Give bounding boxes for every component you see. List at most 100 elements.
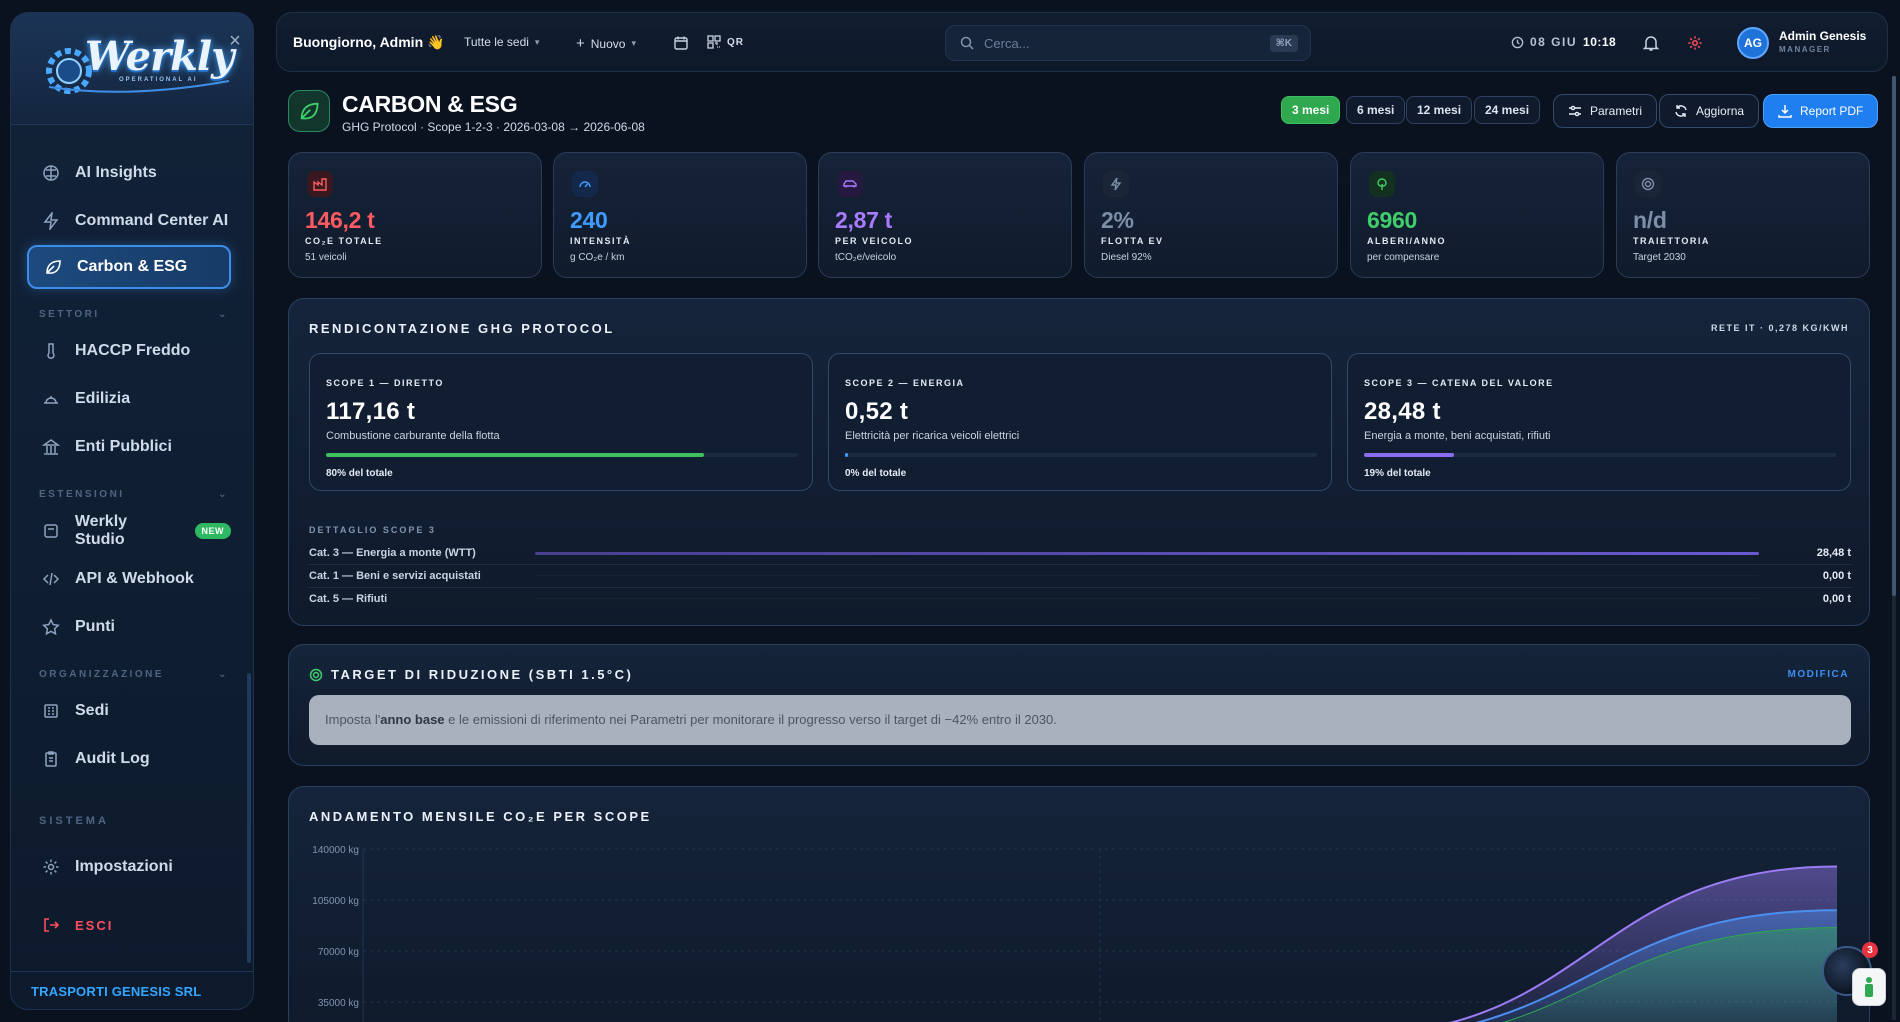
y-tick-label: 140000 kg [312,845,359,856]
avatar[interactable]: AG [1737,27,1769,59]
greeting: Buongiorno, Admin 👋 [293,34,445,50]
new-dropdown[interactable]: + Nuovo ▾ [576,35,636,52]
page-scrollbar-thumb[interactable] [1892,76,1896,596]
search-bar[interactable]: ⌘K [945,25,1311,61]
download-icon [1778,105,1792,118]
new-badge: NEW [194,523,231,539]
thermometer-icon [41,341,61,361]
panel-title: TARGET DI RIDUZIONE (SBTI 1.5°C) [331,667,634,682]
logout-label: ESCI [75,917,114,933]
sidebar-item-impostazioni[interactable]: Impostazioni [27,845,231,889]
scope-progress-fill [326,453,704,457]
calendar-icon[interactable] [669,31,693,55]
scope3-detail-title: DETTAGLIO SCOPE 3 [309,525,436,535]
kpi-value: 240 [570,207,608,233]
scope-1-card: SCOPE 1 — DIRETTO 117,16 t Combustione c… [309,353,813,491]
report-pdf-button[interactable]: Report PDF [1763,94,1879,128]
sidebar-item-audit-log[interactable]: Audit Log [27,737,231,781]
factory-icon [307,171,333,197]
star-icon [41,617,61,637]
sites-filter-dropdown[interactable]: Tutte le sedi ▾ [464,35,539,49]
sidebar: Werkly OPERATIONAL AI × AI Insights Comm… [10,12,254,1010]
range-6-months[interactable]: 6 mesi [1346,96,1406,124]
scope3-row: Cat. 1 — Beni e servizi acquistati 0,00 … [309,566,1851,588]
time-label: 10:18 [1583,35,1617,49]
monthly-co2-chart: 140000 kg 105000 kg 70000 kg 35000 kg [312,845,1838,1022]
sidebar-item-haccp[interactable]: HACCP Freddo [27,329,231,373]
range-3-months[interactable]: 3 mesi [1281,96,1341,124]
accessibility-icon[interactable] [1852,968,1886,1006]
section-settori[interactable]: SETTORI ⌄ [39,309,229,320]
refresh-button[interactable]: Aggiorna [1659,94,1760,128]
kpi-label: FLOTTA EV [1101,236,1164,246]
scope-value: 117,16 t [326,398,416,425]
scope3-row-label: Cat. 3 — Energia a monte (WTT) [309,547,476,559]
params-button[interactable]: Parametri [1553,94,1658,128]
target-msg-post: e le emissioni di riferimento nei Parame… [444,712,1057,727]
search-shortcut: ⌘K [1269,35,1298,52]
close-sidebar-icon[interactable]: × [225,31,245,51]
logo-area: Werkly OPERATIONAL AI × [11,13,253,125]
kpi-sub: per compensare [1367,252,1440,263]
kpi-trajectory: n/d TRAIETTORIA Target 2030 [1616,152,1870,278]
scope-desc: Combustione carburante della flotta [326,430,500,442]
y-tick-label: 105000 kg [312,896,359,907]
range-24-months[interactable]: 24 mesi [1474,96,1541,124]
kpi-sub: Diesel 92% [1101,252,1152,263]
notifications-bell-icon[interactable] [1639,31,1663,55]
scope-progress-track [1364,453,1836,457]
sidebar-item-label: Impostazioni [75,858,173,875]
scope-2-card: SCOPE 2 — ENERGIA 0,52 t Elettricità per… [828,353,1332,491]
sidebar-item-label: Audit Log [75,750,150,767]
sidebar-item-enti-pubblici[interactable]: Enti Pubblici [27,425,231,469]
sidebar-item-label: Command Center AI [75,212,229,229]
sidebar-item-sedi[interactable]: Sedi [27,689,231,733]
scope-percent: 19% del totale [1364,468,1431,479]
bolt-icon [1103,171,1129,197]
gauge-icon [572,171,598,197]
scope3-row-value: 0,00 t [1822,593,1851,605]
sidebar-item-edilizia[interactable]: Edilizia [27,377,231,421]
kpi-co2-total: 146,2 t CO₂E TOTALE 51 veicoli [288,152,542,278]
sidebar-item-punti[interactable]: Punti [27,605,231,649]
page-title: CARBON & ESG [342,91,518,117]
sidebar-item-label: Carbon & ESG [77,258,188,275]
settings-gear-icon[interactable] [1683,31,1707,55]
scope-label: SCOPE 1 — DIRETTO [326,378,444,388]
sidebar-item-ai-insights[interactable]: AI Insights [27,151,231,195]
sidebar-scrollbar[interactable] [247,673,251,963]
scope-progress-fill [845,453,848,457]
car-icon [837,171,863,197]
sidebar-item-werkly-studio[interactable]: Werkly Studio NEW [27,509,231,553]
kpi-value: 146,2 t [305,207,375,233]
range-12-months[interactable]: 12 mesi [1406,96,1473,124]
qr-button[interactable]: QR [707,35,744,49]
helmet-icon [41,389,61,409]
target-panel: TARGET DI RIDUZIONE (SBTI 1.5°C) MODIFIC… [288,644,1870,766]
scope-3-card: SCOPE 3 — CATENA DEL VALORE 28,48 t Ener… [1347,353,1851,491]
sidebar-item-api-webhook[interactable]: API & Webhook [27,557,231,601]
kpi-value: 2% [1101,207,1134,233]
params-label: Parametri [1590,104,1643,118]
scope3-row-value: 0,00 t [1822,570,1851,582]
kpi-value: 2,87 t [835,207,893,233]
sidebar-item-carbon-esg[interactable]: Carbon & ESG [27,245,231,289]
sidebar-item-label: Werkly Studio [74,513,128,548]
y-tick-label: 70000 kg [318,947,359,958]
edit-target-link[interactable]: MODIFICA [1788,669,1849,680]
search-input[interactable] [984,35,1244,51]
section-organizzazione[interactable]: ORGANIZZAZIONE ⌄ [39,669,229,680]
top-bar: Buongiorno, Admin 👋 Tutte le sedi ▾ + Nu… [276,12,1888,72]
user-role: MANAGER [1779,45,1831,54]
logout-icon [41,915,61,935]
scope-value: 28,48 t [1364,398,1441,425]
scope3-row-label: Cat. 1 — Beni e servizi acquistati [309,570,481,582]
building-icon [41,437,61,457]
logo-text: Werkly [85,33,234,80]
sidebar-item-command-center[interactable]: Command Center AI [27,199,231,243]
scope-desc: Elettricità per ricarica veicoli elettri… [845,430,1020,442]
user-name[interactable]: Admin Genesis [1779,29,1866,43]
logout-button[interactable]: ESCI [27,903,231,947]
section-estensioni[interactable]: ESTENSIONI ⌄ [39,489,229,500]
scope3-row-bar [535,598,1759,599]
